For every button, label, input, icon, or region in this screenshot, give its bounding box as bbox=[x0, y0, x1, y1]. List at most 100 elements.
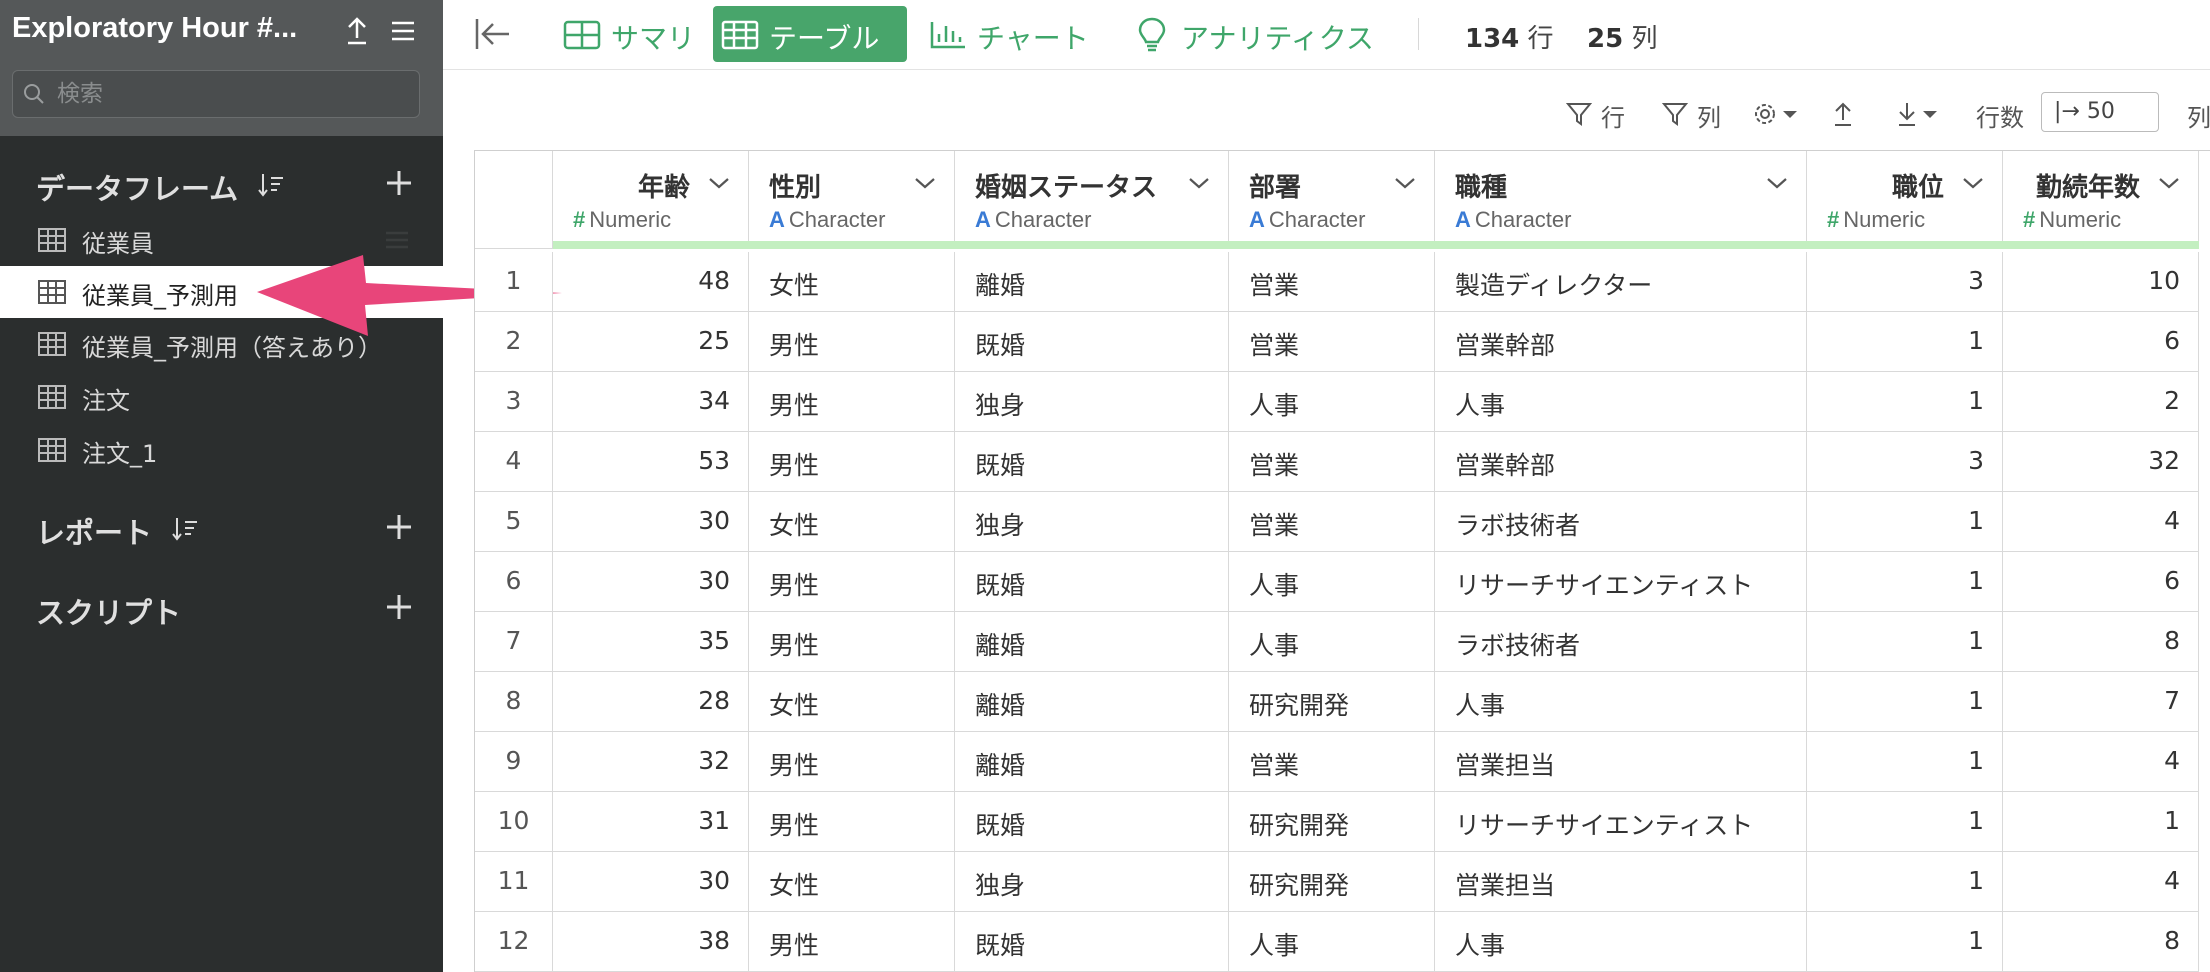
sidebar-item-dataframe[interactable]: 従業員 bbox=[0, 214, 443, 266]
table-cell[interactable]: 1 bbox=[1807, 792, 2003, 852]
chevron-down-icon[interactable] bbox=[707, 175, 731, 191]
table-cell[interactable]: 48 bbox=[553, 252, 749, 312]
table-cell[interactable]: 研究開発 bbox=[1229, 672, 1435, 732]
table-cell[interactable]: 35 bbox=[553, 612, 749, 672]
table-cell[interactable]: 人事 bbox=[1229, 612, 1435, 672]
table-cell[interactable]: 10 bbox=[2003, 252, 2199, 312]
sidebar-item-dataframe[interactable]: 注文_1 bbox=[0, 424, 443, 476]
chevron-down-icon[interactable] bbox=[1765, 175, 1789, 191]
table-cell[interactable]: 1 bbox=[1807, 552, 2003, 612]
table-cell[interactable]: 男性 bbox=[749, 372, 955, 432]
table-cell[interactable]: 研究開発 bbox=[1229, 852, 1435, 912]
table-cell[interactable]: 人事 bbox=[1435, 372, 1807, 432]
add-script-button[interactable] bbox=[382, 590, 416, 624]
download-dropdown-button[interactable] bbox=[1895, 96, 1951, 132]
table-cell[interactable]: 離婚 bbox=[955, 612, 1229, 672]
sidebar-item-dataframe[interactable]: 従業員_予測用（答えあり） bbox=[0, 318, 443, 370]
tab-chart[interactable]: チャート bbox=[921, 6, 1101, 62]
table-cell[interactable]: 4 bbox=[2003, 852, 2199, 912]
table-cell[interactable]: 営業 bbox=[1229, 252, 1435, 312]
table-cell[interactable]: 8 bbox=[2003, 912, 2199, 972]
table-cell[interactable]: 1 bbox=[1807, 492, 2003, 552]
table-cell[interactable]: 32 bbox=[2003, 432, 2199, 492]
tab-analytics[interactable]: アナリティクス bbox=[1125, 6, 1385, 62]
table-cell[interactable]: 人事 bbox=[1435, 912, 1807, 972]
table-cell[interactable]: 営業 bbox=[1229, 492, 1435, 552]
upload-icon[interactable] bbox=[1829, 96, 1859, 132]
table-cell[interactable]: 3 bbox=[1807, 432, 2003, 492]
table-cell[interactable]: 女性 bbox=[749, 852, 955, 912]
add-dataframe-button[interactable] bbox=[382, 166, 416, 200]
table-cell[interactable]: 30 bbox=[553, 552, 749, 612]
table-cell[interactable]: 30 bbox=[553, 492, 749, 552]
sidebar-item-dataframe[interactable]: 注文 bbox=[0, 371, 443, 423]
table-cell[interactable]: 25 bbox=[553, 312, 749, 372]
table-cell[interactable]: 1 bbox=[1807, 612, 2003, 672]
table-cell[interactable]: 営業 bbox=[1229, 432, 1435, 492]
sidebar-item-dataframe-selected[interactable]: 従業員_予測用 bbox=[0, 266, 443, 318]
chevron-down-icon[interactable] bbox=[913, 175, 937, 191]
column-header[interactable]: 勤続年数 # Numeric bbox=[2003, 151, 2199, 249]
rows-limit-input[interactable]: |→ 50 bbox=[2041, 92, 2159, 132]
table-cell[interactable]: 人事 bbox=[1229, 372, 1435, 432]
column-header[interactable]: 婚姻ステータス A Character bbox=[955, 151, 1229, 249]
tab-table[interactable]: テーブル bbox=[713, 6, 907, 62]
add-report-button[interactable] bbox=[382, 510, 416, 544]
table-cell[interactable]: 28 bbox=[553, 672, 749, 732]
table-cell[interactable]: リサーチサイエンティスト bbox=[1435, 792, 1807, 852]
table-cell[interactable]: 独身 bbox=[955, 492, 1229, 552]
table-cell[interactable]: 34 bbox=[553, 372, 749, 432]
table-cell[interactable]: 53 bbox=[553, 432, 749, 492]
column-header[interactable]: 性別 A Character bbox=[749, 151, 955, 249]
search-box[interactable] bbox=[12, 70, 420, 118]
table-cell[interactable]: 製造ディレクター bbox=[1435, 252, 1807, 312]
table-cell[interactable]: 女性 bbox=[749, 672, 955, 732]
column-header[interactable]: 職種 A Character bbox=[1435, 151, 1807, 249]
table-cell[interactable]: 既婚 bbox=[955, 792, 1229, 852]
table-cell[interactable]: 営業幹部 bbox=[1435, 432, 1807, 492]
table-cell[interactable]: 人事 bbox=[1229, 552, 1435, 612]
table-cell[interactable]: 離婚 bbox=[955, 732, 1229, 792]
table-cell[interactable]: リサーチサイエンティスト bbox=[1435, 552, 1807, 612]
settings-dropdown-button[interactable] bbox=[1753, 96, 1809, 132]
table-cell[interactable]: 1 bbox=[1807, 852, 2003, 912]
table-cell[interactable]: 男性 bbox=[749, 792, 955, 852]
table-cell[interactable]: 人事 bbox=[1229, 912, 1435, 972]
table-cell[interactable]: 1 bbox=[1807, 732, 2003, 792]
table-cell[interactable]: 離婚 bbox=[955, 672, 1229, 732]
table-cell[interactable]: 3 bbox=[1807, 252, 2003, 312]
hamburger-menu-icon[interactable] bbox=[386, 14, 420, 48]
column-header[interactable]: 部署 A Character bbox=[1229, 151, 1435, 249]
chevron-down-icon[interactable] bbox=[1393, 175, 1417, 191]
project-title[interactable]: Exploratory Hour #... bbox=[12, 12, 332, 45]
chevron-down-icon[interactable] bbox=[1187, 175, 1211, 191]
table-cell[interactable]: 営業 bbox=[1229, 312, 1435, 372]
table-cell[interactable]: 女性 bbox=[749, 492, 955, 552]
table-cell[interactable]: 男性 bbox=[749, 552, 955, 612]
table-cell[interactable]: 2 bbox=[2003, 372, 2199, 432]
table-cell[interactable]: 1 bbox=[1807, 672, 2003, 732]
table-cell[interactable]: ラボ技術者 bbox=[1435, 612, 1807, 672]
table-cell[interactable]: 4 bbox=[2003, 492, 2199, 552]
table-cell[interactable]: 32 bbox=[553, 732, 749, 792]
table-cell[interactable]: 人事 bbox=[1435, 672, 1807, 732]
chevron-down-icon[interactable] bbox=[2157, 175, 2181, 191]
chevron-down-icon[interactable] bbox=[1961, 175, 1985, 191]
table-cell[interactable]: 研究開発 bbox=[1229, 792, 1435, 852]
table-cell[interactable]: 6 bbox=[2003, 312, 2199, 372]
table-cell[interactable]: 女性 bbox=[749, 252, 955, 312]
table-cell[interactable]: 7 bbox=[2003, 672, 2199, 732]
table-cell[interactable]: 独身 bbox=[955, 852, 1229, 912]
table-cell[interactable]: 1 bbox=[1807, 372, 2003, 432]
item-menu-icon[interactable] bbox=[384, 230, 410, 250]
table-cell[interactable]: 1 bbox=[1807, 312, 2003, 372]
column-header[interactable]: 職位 # Numeric bbox=[1807, 151, 2003, 249]
table-cell[interactable]: 31 bbox=[553, 792, 749, 852]
table-cell[interactable]: 男性 bbox=[749, 612, 955, 672]
table-cell[interactable]: 既婚 bbox=[955, 432, 1229, 492]
table-cell[interactable]: 38 bbox=[553, 912, 749, 972]
sort-icon[interactable] bbox=[256, 170, 286, 200]
table-cell[interactable]: 6 bbox=[2003, 552, 2199, 612]
table-cell[interactable]: 4 bbox=[2003, 732, 2199, 792]
collapse-sidebar-icon[interactable] bbox=[473, 16, 513, 52]
